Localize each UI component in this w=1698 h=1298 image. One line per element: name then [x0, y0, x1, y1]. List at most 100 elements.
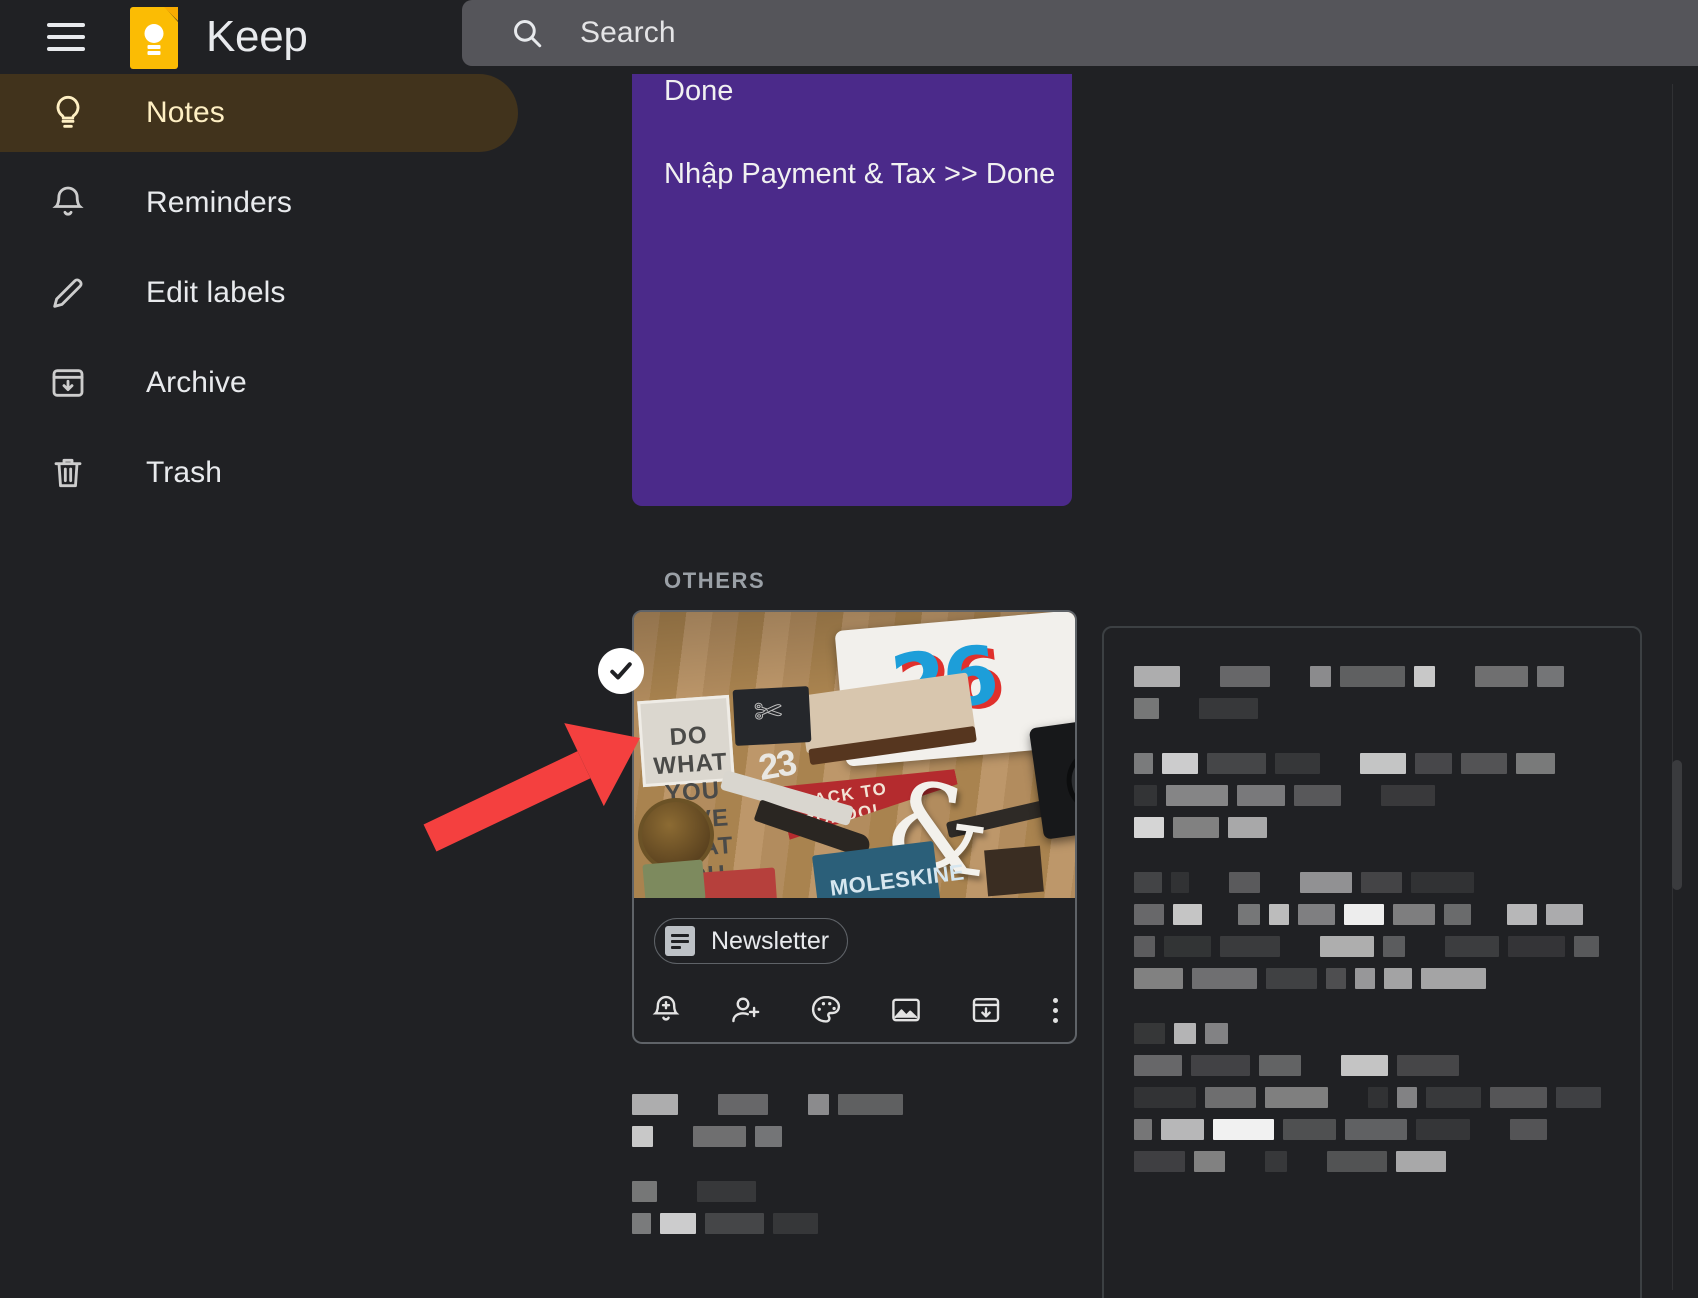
redacted-block — [1320, 936, 1374, 957]
redacted-block — [1461, 753, 1507, 774]
redacted-block — [632, 1181, 657, 1202]
redacted-text-line — [632, 1126, 1078, 1147]
redacted-block — [1298, 904, 1335, 925]
note-card-redacted-bottom[interactable] — [632, 1094, 1078, 1298]
redacted-block — [773, 1213, 818, 1234]
redacted-block — [1421, 968, 1486, 989]
redacted-block — [1265, 1087, 1328, 1108]
redacted-block — [1134, 1023, 1165, 1044]
redacted-text-line — [1134, 817, 1610, 838]
redacted-block — [1207, 753, 1266, 774]
redacted-block — [1173, 817, 1219, 838]
sidebar-item-notes[interactable]: Notes — [0, 74, 518, 152]
redacted-block — [1166, 785, 1228, 806]
archive-icon — [46, 361, 90, 405]
add-reminder-bell-icon[interactable] — [648, 991, 684, 1029]
redacted-block — [1134, 666, 1180, 687]
photo-red-box — [700, 867, 778, 898]
redacted-block — [1265, 1151, 1287, 1172]
logo-bulb-base — [147, 45, 161, 49]
redacted-text-line — [1134, 698, 1610, 719]
person-add-icon[interactable] — [728, 991, 764, 1029]
redacted-block — [1283, 1119, 1336, 1140]
redacted-block — [1134, 904, 1165, 925]
redacted-block — [1510, 1119, 1547, 1140]
note-card-purple[interactable]: Cho Foreo Duyệt Affiliate > Done Nhập Pa… — [632, 74, 1072, 506]
scrollbar-track[interactable] — [1672, 84, 1682, 1290]
logo-bulb-base — [147, 51, 161, 55]
photo-poster: DO WHAT YOU LOVE WHAT YOU DO — [637, 694, 735, 898]
redacted-block — [718, 1094, 768, 1115]
redacted-block — [1397, 1087, 1417, 1108]
redacted-block — [1238, 904, 1260, 925]
redacted-block — [1213, 1119, 1274, 1140]
sidebar-item-label: Reminders — [146, 186, 292, 219]
app-header: Keep Search — [0, 0, 1698, 74]
keep-lightbulb-logo[interactable] — [130, 4, 178, 70]
redacted-text-line — [1134, 1023, 1610, 1044]
redacted-block — [1556, 1087, 1601, 1108]
search-icon — [510, 16, 544, 50]
hamburger-menu-icon[interactable] — [38, 9, 94, 65]
app-title: Keep — [206, 12, 308, 61]
redacted-block — [1343, 904, 1385, 925]
redacted-block — [1368, 1087, 1388, 1108]
lightbulb-icon — [46, 91, 90, 135]
redacted-block — [1415, 753, 1452, 774]
color-palette-icon[interactable] — [808, 991, 844, 1029]
sidebar-item-edit-labels[interactable]: Edit labels — [0, 254, 560, 332]
redacted-block — [1192, 968, 1257, 989]
redacted-block — [1134, 817, 1164, 838]
sidebar-item-archive[interactable]: Archive — [0, 344, 560, 422]
redacted-block — [660, 1213, 696, 1234]
sidebar-item-trash[interactable]: Trash — [0, 434, 560, 512]
redacted-block — [1134, 1119, 1152, 1140]
redacted-text-line — [1134, 785, 1610, 806]
redacted-block — [632, 1213, 651, 1234]
note-text-line: Nhập Payment & Tax >> Done — [664, 158, 1056, 191]
section-header-others: OTHERS — [664, 568, 766, 593]
redacted-block — [1507, 904, 1537, 925]
bell-icon — [46, 181, 90, 225]
hamburger-bar — [47, 47, 85, 51]
redacted-block — [1134, 1151, 1185, 1172]
archive-icon[interactable] — [968, 991, 1004, 1029]
redacted-text-line — [632, 1094, 1078, 1115]
search-bar[interactable]: Search — [462, 0, 1698, 66]
redacted-block — [1381, 785, 1435, 806]
sidebar-item-label: Archive — [146, 366, 247, 399]
redacted-block — [1490, 1087, 1547, 1108]
pencil-icon — [46, 271, 90, 315]
redacted-block — [1294, 785, 1341, 806]
photo-green-card — [642, 859, 706, 898]
search-input[interactable]: Search — [580, 16, 676, 50]
sidebar-item-label: Notes — [146, 96, 225, 129]
photo-stand — [984, 845, 1044, 897]
redacted-block — [1173, 904, 1202, 925]
redacted-block — [1537, 666, 1564, 687]
redacted-block — [1194, 1151, 1225, 1172]
sidebar-item-reminders[interactable]: Reminders — [0, 164, 560, 242]
redacted-text-line — [1134, 753, 1610, 774]
notes-canvas: Cho Foreo Duyệt Affiliate > Done Nhập Pa… — [560, 74, 1698, 1298]
note-card-newsletter[interactable]: 26 DO WHAT YOU LOVE WHAT YOU DO 23 BACK … — [632, 610, 1077, 1044]
redacted-block — [1275, 753, 1320, 774]
redacted-block — [1361, 872, 1402, 893]
note-label-chip[interactable]: Newsletter — [654, 918, 848, 964]
image-icon[interactable] — [888, 991, 924, 1029]
redacted-block — [1393, 904, 1436, 925]
redacted-block — [1161, 1119, 1204, 1140]
note-label-text: Newsletter — [711, 926, 830, 955]
redacted-block — [1162, 753, 1198, 774]
redacted-block — [1220, 666, 1270, 687]
note-card-redacted[interactable] — [1102, 626, 1642, 1298]
redacted-block — [1134, 753, 1153, 774]
note-selected-check-icon[interactable] — [598, 648, 644, 694]
more-vertical-icon[interactable] — [1048, 991, 1062, 1029]
scrollbar-thumb[interactable] — [1672, 760, 1682, 890]
redacted-block — [808, 1094, 829, 1115]
redacted-text-line — [1134, 872, 1610, 893]
redacted-block — [1228, 817, 1267, 838]
redacted-block — [1475, 666, 1528, 687]
redacted-block — [1205, 1023, 1228, 1044]
